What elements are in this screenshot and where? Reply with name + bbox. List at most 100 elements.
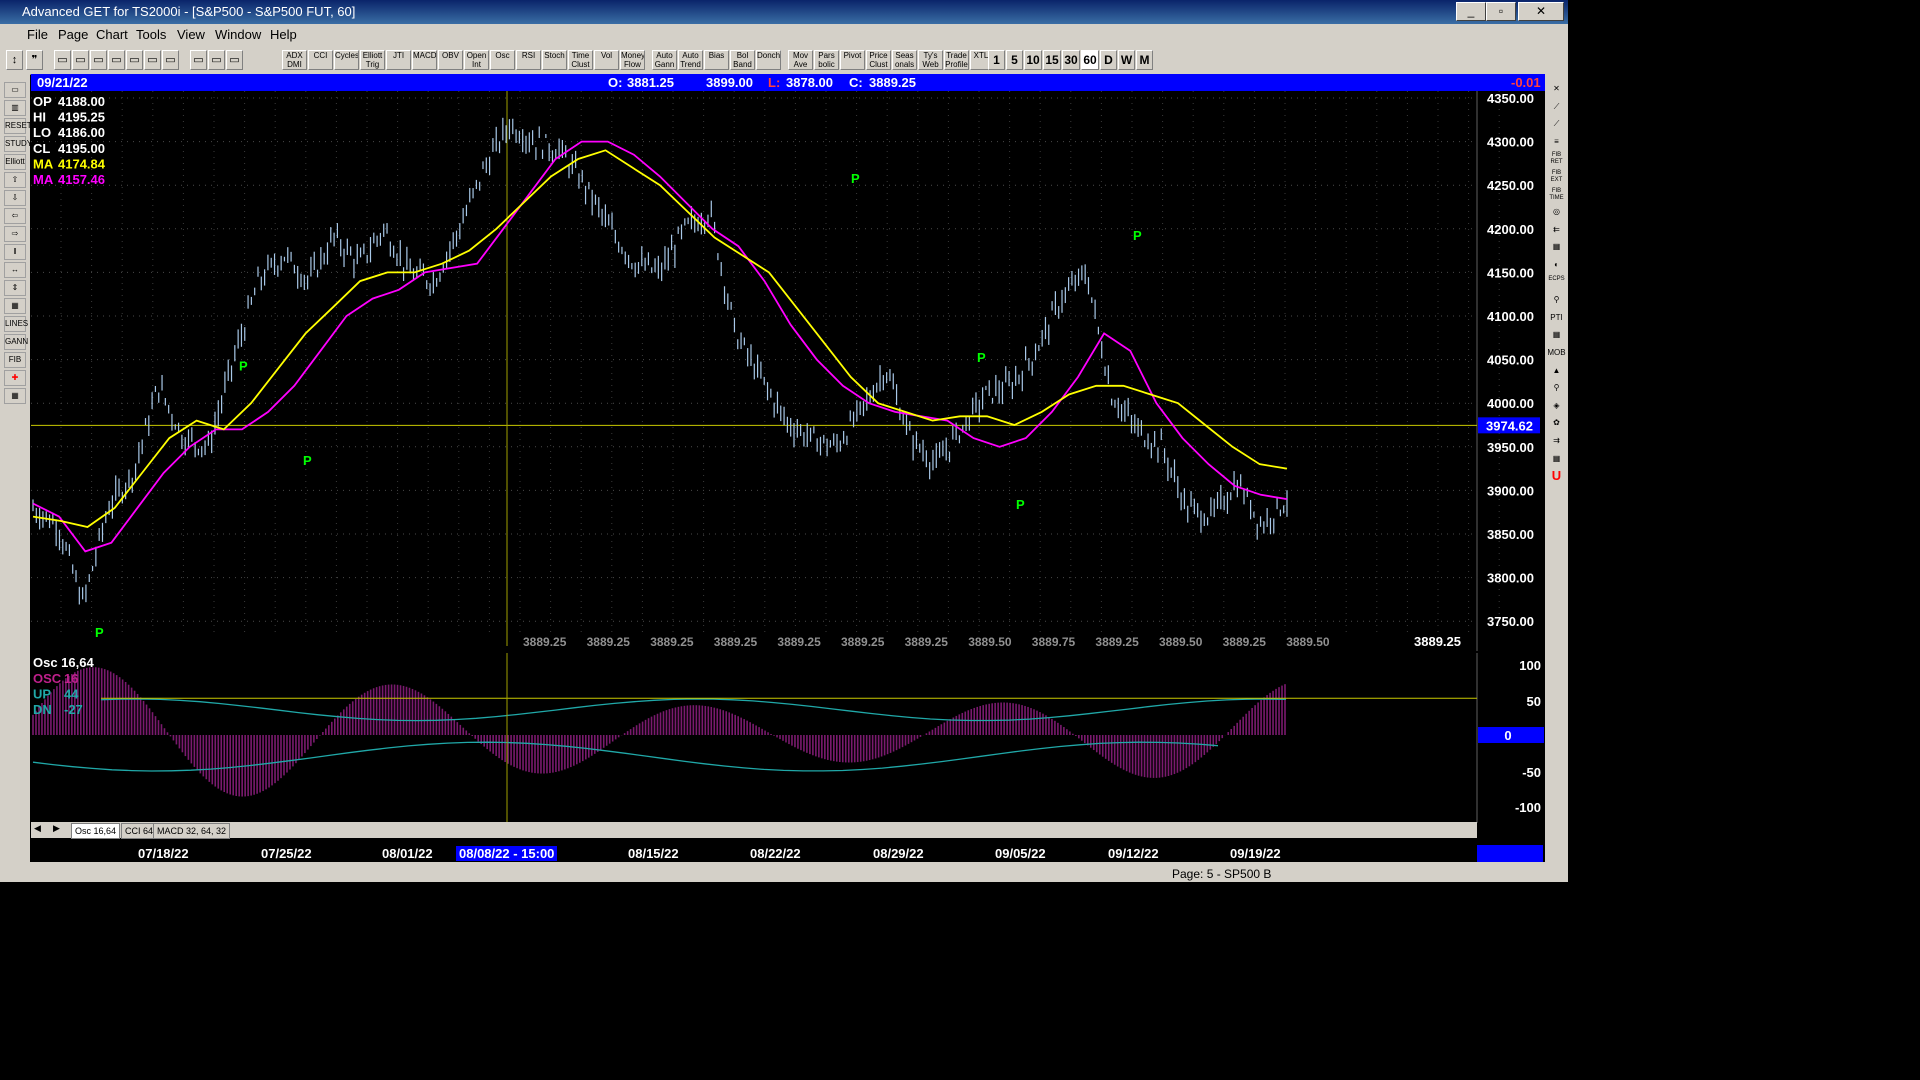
left-tool-12[interactable]: ▦	[4, 298, 26, 314]
toolbar-icon-8[interactable]: ▭	[162, 50, 179, 70]
right-tool-19[interactable]: ✿	[1547, 416, 1566, 432]
interval-button-10[interactable]: 10	[1024, 50, 1042, 70]
interval-button-m[interactable]: M	[1136, 50, 1153, 70]
study-button-mov-ave[interactable]: Mov Ave	[788, 50, 813, 70]
toolbar-icon-10[interactable]: ▭	[208, 50, 225, 70]
right-tool-6[interactable]: FIB TIME	[1547, 188, 1566, 204]
study-button-stoch[interactable]: Stoch	[542, 50, 567, 70]
right-tool-4[interactable]: FIB RET	[1547, 152, 1566, 168]
study-button-cci[interactable]: CCI	[308, 50, 333, 70]
menu-file[interactable]: File	[27, 27, 48, 42]
right-tool-7[interactable]: ◎	[1547, 205, 1566, 221]
study-button-obv[interactable]: OBV	[438, 50, 463, 70]
tab-osc[interactable]: Osc 16,64	[71, 823, 121, 839]
toolbar-icon-5[interactable]: ▭	[108, 50, 125, 70]
right-tool-3[interactable]: ≡	[1547, 135, 1566, 151]
toolbar-icon-11[interactable]: ▭	[226, 50, 243, 70]
menu-help[interactable]: Help	[270, 27, 297, 42]
right-tool-17[interactable]: ⚲	[1547, 381, 1566, 397]
oscillator-panel[interactable]: Osc 16,64OSC 16 UP 44 DN -27 100 50 0 -50 -100	[31, 653, 1545, 823]
tab-prev-arrow[interactable]: ◀	[34, 823, 41, 834]
study-button-auto-trend[interactable]: Auto Trend	[678, 50, 703, 70]
left-tool-9[interactable]: ‖	[4, 244, 26, 260]
price-chart[interactable]: 4350.00 4300.00 4250.00 4200.00 4150.00 4100.…	[31, 91, 1545, 651]
left-tool-14[interactable]: GANN	[4, 334, 28, 350]
toolbar-icon-9[interactable]: ▭	[190, 50, 207, 70]
study-button-pars-bolic[interactable]: Pars bolic	[814, 50, 839, 70]
study-button-elliott-trig[interactable]: Elliott Trig	[360, 50, 385, 70]
left-tool-8[interactable]: ⇨	[4, 226, 26, 242]
interval-button-d[interactable]: D	[1100, 50, 1117, 70]
left-tool-2[interactable]: RESET	[4, 118, 32, 134]
menu-tools[interactable]: Tools	[136, 27, 166, 42]
menu-chart[interactable]: Chart	[96, 27, 128, 42]
menu-window[interactable]: Window	[215, 27, 261, 42]
study-button-osc[interactable]: Osc	[490, 50, 515, 70]
interval-button-30[interactable]: 30	[1062, 50, 1080, 70]
minimize-button[interactable]: _	[1456, 2, 1486, 21]
study-button-donch[interactable]: Donch	[756, 50, 781, 70]
study-button-money-flow[interactable]: Money Flow	[620, 50, 645, 70]
left-tool-10[interactable]: ↔	[4, 262, 26, 278]
study-button-macd[interactable]: MACD	[412, 50, 437, 70]
interval-button-1[interactable]: 1	[988, 50, 1005, 70]
right-tool-2[interactable]: ⟋	[1547, 117, 1566, 133]
right-tool-8[interactable]: ⇇	[1547, 223, 1566, 239]
toolbar-icon-6[interactable]: ▭	[126, 50, 143, 70]
study-button-seas-onals[interactable]: Seas onals	[892, 50, 917, 70]
right-tool-9[interactable]: ▦	[1547, 240, 1566, 256]
right-tool-14[interactable]: ▦	[1547, 328, 1566, 344]
study-button-rsi[interactable]: RSI	[516, 50, 541, 70]
right-tool-13[interactable]: PTI	[1547, 311, 1566, 327]
right-tool-16[interactable]: ▲	[1547, 364, 1566, 380]
study-button-vol[interactable]: Vol	[594, 50, 619, 70]
left-tool-13[interactable]: LINES	[4, 316, 28, 332]
study-button-ty-s-web[interactable]: Ty's Web	[918, 50, 943, 70]
interval-button-60[interactable]: 60	[1081, 50, 1099, 70]
study-button-time-clust[interactable]: Time Clust	[568, 50, 593, 70]
study-button-bol-band[interactable]: Bol Band	[730, 50, 755, 70]
left-tool-1[interactable]: ▥	[4, 100, 26, 116]
left-tool-4[interactable]: Elliott	[4, 154, 26, 170]
tab-next-arrow[interactable]: ▶	[53, 823, 60, 834]
study-button-open-int[interactable]: Open Int	[464, 50, 489, 70]
interval-button-5[interactable]: 5	[1006, 50, 1023, 70]
study-button-adx-dmi[interactable]: ADX DMI	[282, 50, 307, 70]
toolbar-icon-0[interactable]: ↕	[6, 50, 23, 70]
right-tool-15[interactable]: MOB	[1547, 346, 1566, 362]
study-button-bias[interactable]: Bias	[704, 50, 729, 70]
close-button[interactable]: ✕	[1518, 2, 1564, 21]
tab-cci[interactable]: CCI 64	[121, 823, 158, 839]
left-tool-3[interactable]: STUDY	[4, 136, 32, 152]
menu-page[interactable]: Page	[58, 27, 88, 42]
tab-macd[interactable]: MACD 32, 64, 32	[153, 823, 231, 839]
study-button-cycles[interactable]: Cycles	[334, 50, 359, 70]
study-button-pivot[interactable]: Pivot	[840, 50, 865, 70]
menu-view[interactable]: View	[177, 27, 205, 42]
right-tool-20[interactable]: ⇉	[1547, 434, 1566, 450]
toolbar-icon-7[interactable]: ▭	[144, 50, 161, 70]
right-tool-1[interactable]: ⟋	[1547, 100, 1566, 116]
left-tool-7[interactable]: ⇦	[4, 208, 26, 224]
right-tool-11[interactable]: ECPS	[1547, 276, 1566, 292]
right-tool-5[interactable]: FIB EXT	[1547, 170, 1566, 186]
right-tool-10[interactable]: ◐	[1547, 258, 1566, 274]
left-tool-0[interactable]: ▭	[4, 82, 26, 98]
left-tool-17[interactable]: ▦	[4, 388, 26, 404]
study-button-jti[interactable]: JTI	[386, 50, 411, 70]
right-tool-21[interactable]: ▦	[1547, 452, 1566, 468]
toolbar-icon-2[interactable]: ▭	[54, 50, 71, 70]
maximize-button[interactable]: ▫	[1486, 2, 1516, 21]
interval-button-w[interactable]: W	[1118, 50, 1135, 70]
left-tool-11[interactable]: ⇕	[4, 280, 26, 296]
right-tool-12[interactable]: ⚲	[1547, 293, 1566, 309]
study-button-price-clust[interactable]: Price Clust	[866, 50, 891, 70]
left-tool-15[interactable]: FIB	[4, 352, 26, 368]
left-tool-16[interactable]: ✚	[4, 370, 26, 386]
right-tool-0[interactable]: ✕	[1547, 82, 1566, 98]
toolbar-icon-4[interactable]: ▭	[90, 50, 107, 70]
right-tool-18[interactable]: ◈	[1547, 399, 1566, 415]
interval-button-15[interactable]: 15	[1043, 50, 1061, 70]
right-tool-22[interactable]: U	[1547, 469, 1566, 485]
left-tool-6[interactable]: ⇩	[4, 190, 26, 206]
